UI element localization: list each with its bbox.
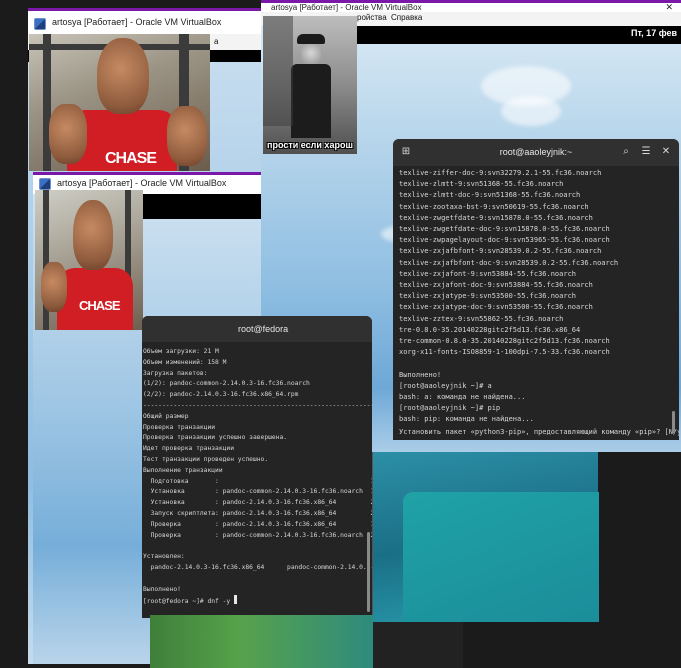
background-panel xyxy=(373,622,463,668)
meme-caption: прости если харош xyxy=(267,140,353,150)
meme-image-peaky: прости если харош xyxy=(263,16,357,154)
terminal-line: Установить пакет «python3-pip», предоста… xyxy=(399,427,679,436)
terminal-line: Проверка : pandoc-common-2.14.0.3-16.fc3… xyxy=(143,531,372,539)
menu-icon[interactable]: ☰ xyxy=(637,143,655,161)
terminal-line: [root@aaoleyjnik ~]# a xyxy=(399,381,492,390)
terminal-line: texlive-zwgetfdate-9:svn15878.0-55.fc36.… xyxy=(399,213,593,222)
gnome-top-bar: Пт, 17 фев xyxy=(353,26,681,44)
terminal-line: texlive-zwgetfdate-doc-9:svn15878.0-55.f… xyxy=(399,225,610,234)
window-titlebar[interactable]: artosya [Работает] - Oracle VM VirtualBo… xyxy=(261,0,681,12)
virtualbox-icon xyxy=(39,178,51,190)
background-window-teal xyxy=(372,452,599,622)
terminal-line: xorg-x11-fonts-ISO8859-1-100dpi-7.5-33.f… xyxy=(399,348,610,357)
terminal-line: [root@aaoleyjnik ~]# pip xyxy=(399,404,501,413)
terminal-line: Проверка транзакции xyxy=(143,423,216,431)
terminal-output[interactable]: Объем загрузки: 21 М Объем изменений: 158… xyxy=(143,347,372,608)
terminal-line: Выполнено! xyxy=(143,585,181,593)
background-window-green xyxy=(150,615,373,668)
virtualbox-icon xyxy=(34,18,46,30)
terminal-line: texlive-zwpagelayout-doc-9:svn53965-55.f… xyxy=(399,236,610,245)
terminal-line: Идет проверка транзакции xyxy=(143,445,234,453)
scrollbar[interactable] xyxy=(367,532,370,612)
meme-image-rock-small: CHASE xyxy=(35,190,143,330)
terminal-line: tre-common-0.8.0-35.20140228gitc2f5d13.f… xyxy=(399,337,610,346)
window-title: artosya [Работает] - Oracle VM VirtualBo… xyxy=(271,3,422,12)
terminal-line: Выполнено! xyxy=(399,370,442,379)
terminal-cursor xyxy=(234,595,237,605)
terminal-line: Проверка : pandoc-2.14.0.3-16.fc36.x86_6… xyxy=(143,520,372,528)
terminal-line: texlive-zlmtt-doc-9:svn51368-55.fc36.noa… xyxy=(399,191,581,200)
terminal-line: texlive-zootaxa-bst-9:svn50619-55.fc36.n… xyxy=(399,202,589,211)
search-icon[interactable]: ⌕ xyxy=(617,143,635,161)
terminal-line: texlive-zxjatype-doc-9:svn53500-55.fc36.… xyxy=(399,303,593,312)
desktop: artosya [Работает] - Oracle VM VirtualBo… xyxy=(0,0,681,668)
scrollbar[interactable] xyxy=(672,411,675,433)
terminal-line: (1/2): pandoc-common-2.14.0.3-16.fc36.no… xyxy=(143,380,310,388)
terminal-line: texlive-zxjafont-doc-9:svn53884-55.fc36.… xyxy=(399,281,593,290)
terminal-line: Установлен: xyxy=(143,553,185,561)
terminal-line: Тест транзакции проведен успешно. xyxy=(143,455,269,463)
terminal-window-aaoleyjnik[interactable]: ⊞ root@aaoleyjnik:~ ⌕ ☰ ✕ texlive-ziffer… xyxy=(393,139,679,440)
window-title: artosya [Работает] - Oracle VM VirtualBo… xyxy=(52,17,222,27)
terminal-title: root@fedora xyxy=(238,324,289,334)
gnome-top-bar xyxy=(141,194,263,219)
terminal-line: texlive-ziffer-doc-9:svn32279.2.1-55.fc3… xyxy=(399,169,602,177)
shirt-text: CHASE xyxy=(79,298,121,313)
terminal-line: Запуск скриптлета: pandoc-2.14.0.3-16.fc… xyxy=(143,509,372,517)
terminal-line: Загрузка пакетов: xyxy=(143,369,208,377)
terminal-line: texlive-zxjatype-9:svn53500-55.fc36.noar… xyxy=(399,292,577,301)
close-icon[interactable]: ✕ xyxy=(657,143,675,161)
terminal-output[interactable]: texlive-ziffer-doc-9:svn32279.2.1-55.fc3… xyxy=(399,168,679,438)
terminal-line: Объем загрузки: 21 М xyxy=(143,348,219,355)
terminal-line: Проверка транзакции успешно завершена. xyxy=(143,434,288,442)
terminal-line: Объем изменений: 158 М xyxy=(143,358,227,366)
clock[interactable]: Пт, 17 фев xyxy=(631,28,677,38)
terminal-line: texlive-zxjafbfont-doc-9:svn28539.0.2-55… xyxy=(399,258,619,267)
window-titlebar[interactable]: artosya [Работает] - Oracle VM VirtualBo… xyxy=(28,8,264,34)
terminal-line: bash: a: команда не найдена... xyxy=(399,393,526,402)
terminal-line: Подготовка : 1/1 xyxy=(143,477,372,485)
terminal-line: texlive-zlmtt-9:svn51368-55.fc36.noarch xyxy=(399,180,564,189)
terminal-line: pandoc-2.14.0.3-16.fc36.x86_64 pandoc-co… xyxy=(150,563,372,571)
terminal-header[interactable]: root@fedora xyxy=(142,316,372,342)
terminal-line: [root@fedora ~]# dnf -y xyxy=(143,595,372,608)
terminal-header[interactable]: ⊞ root@aaoleyjnik:~ ⌕ ☰ ✕ xyxy=(393,139,679,166)
menu-item-fragment[interactable]: а xyxy=(214,37,218,46)
menu-item-devices[interactable]: ройства xyxy=(357,13,387,22)
meme-image-rock: CHASE xyxy=(29,34,210,171)
terminal-line: texlive-zztex-9:svn55862-55.fc36.noarch xyxy=(399,314,564,323)
shirt-text: CHASE xyxy=(105,150,157,167)
terminal-line: tre-0.8.0-35.20140228gitc2f5d13.fc36.x86… xyxy=(399,325,581,334)
window-title: artosya [Работает] - Oracle VM VirtualBo… xyxy=(57,178,227,188)
terminal-line: Общий размер xyxy=(143,412,189,420)
terminal-line: texlive-zxjafont-9:svn53884-55.fc36.noar… xyxy=(399,269,577,278)
terminal-line: Выполнение транзакции xyxy=(143,466,223,474)
terminal-line: texlive-zxjafbfont-9:svn28539.0.2-55.fc3… xyxy=(399,247,602,256)
terminal-window-fedora[interactable]: root@fedora Объем загрузки: 21 М Объем из… xyxy=(142,316,372,618)
terminal-line: Установка : pandoc-common-2.14.0.3-16.fc… xyxy=(143,488,372,496)
terminal-line: bash: pip: команда не найдена... xyxy=(399,415,534,424)
terminal-line: Установка : pandoc-2.14.0.3-16.fc36.x86_… xyxy=(143,499,372,507)
menu-item-help[interactable]: Справка xyxy=(391,13,422,22)
terminal-line: ----------------------------------------… xyxy=(143,401,372,409)
terminal-line: (2/2): pandoc-2.14.0.3-16.fc36.x86_64.rp… xyxy=(143,391,299,399)
